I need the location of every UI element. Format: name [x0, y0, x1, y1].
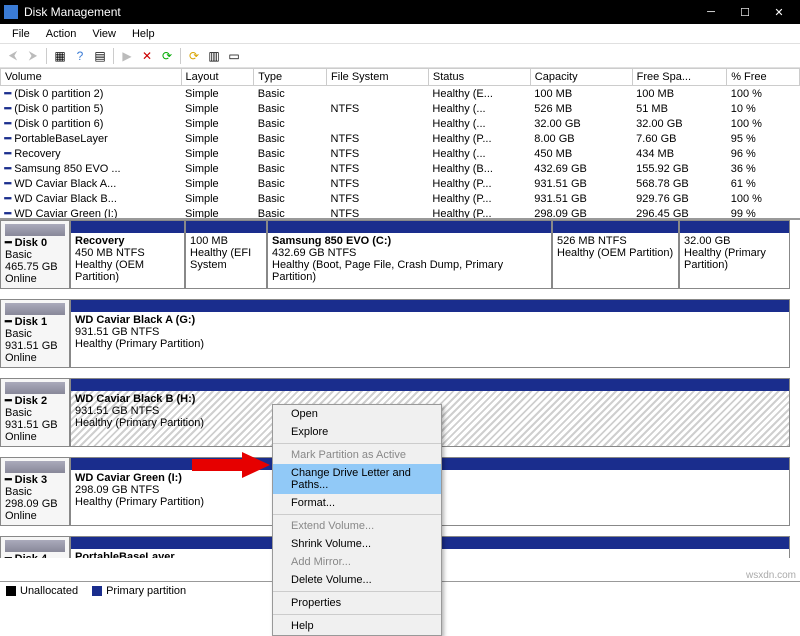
list-icon[interactable]: ▭ [225, 47, 243, 65]
volume-row[interactable]: (Disk 0 partition 2)SimpleBasicHealthy (… [1, 86, 800, 102]
ctx-mark-active[interactable]: Mark Partition as Active [273, 446, 441, 464]
maximize-button[interactable]: ☐ [728, 0, 762, 24]
partition[interactable]: Recovery450 MB NTFSHealthy (OEM Partitio… [70, 220, 185, 289]
legend-unallocated-swatch [6, 586, 16, 596]
volume-row[interactable]: PortableBaseLayerSimpleBasicNTFSHealthy … [1, 131, 800, 146]
volume-row[interactable]: WD Caviar Green (I:)SimpleBasicNTFSHealt… [1, 206, 800, 218]
help-icon[interactable]: ? [71, 47, 89, 65]
app-icon [4, 5, 18, 19]
separator [113, 48, 114, 64]
minimize-button[interactable]: ─ [694, 0, 728, 24]
partition[interactable]: 100 MBHealthy (EFI System [185, 220, 267, 289]
separator [46, 48, 47, 64]
partition[interactable]: 526 MB NTFSHealthy (OEM Partition) [552, 220, 679, 289]
toolbar: ⮜ ⮞ ▦ ? ▤ ▶ ✕ ⟳ ⟳ ▥ ▭ [0, 44, 800, 68]
disk-header[interactable]: ━ Disk 4Basic8.00 GBRead Only [0, 536, 70, 558]
disk-header[interactable]: ━ Disk 3Basic298.09 GBOnline [0, 457, 70, 526]
play-icon[interactable]: ▶ [118, 47, 136, 65]
titlebar: Disk Management ─ ☐ ✕ [0, 0, 800, 24]
col-header[interactable]: Volume [1, 69, 182, 86]
disk-row: ━ Disk 0Basic465.75 GBOnlineRecovery450 … [0, 220, 800, 299]
legend-unallocated: Unallocated [20, 585, 78, 597]
delete-icon[interactable]: ✕ [138, 47, 156, 65]
partition[interactable]: 32.00 GBHealthy (Primary Partition) [679, 220, 790, 289]
menubar: File Action View Help [0, 24, 800, 44]
col-header[interactable]: Free Spa... [632, 69, 727, 86]
menu-view[interactable]: View [84, 26, 124, 42]
partition[interactable]: Samsung 850 EVO (C:)432.69 GB NTFSHealth… [267, 220, 552, 289]
window-title: Disk Management [24, 5, 694, 19]
col-header[interactable]: % Free [727, 69, 800, 86]
ctx-add-mirror[interactable]: Add Mirror... [273, 553, 441, 571]
volume-row[interactable]: (Disk 0 partition 6)SimpleBasicHealthy (… [1, 116, 800, 131]
layout-icon[interactable]: ▤ [91, 47, 109, 65]
volume-row[interactable]: (Disk 0 partition 5)SimpleBasicNTFSHealt… [1, 101, 800, 116]
volume-row[interactable]: RecoverySimpleBasicNTFSHealthy (...450 M… [1, 146, 800, 161]
menu-action[interactable]: Action [38, 26, 85, 42]
partition[interactable]: WD Caviar Black A (G:)931.51 GB NTFSHeal… [70, 299, 790, 368]
watermark: wsxdn.com [746, 570, 796, 581]
show-icon[interactable]: ▦ [51, 47, 69, 65]
volume-row[interactable]: Samsung 850 EVO ...SimpleBasicNTFSHealth… [1, 161, 800, 176]
ctx-delete[interactable]: Delete Volume... [273, 571, 441, 589]
close-button[interactable]: ✕ [762, 0, 796, 24]
disk-header[interactable]: ━ Disk 2Basic931.51 GBOnline [0, 378, 70, 447]
volume-row[interactable]: WD Caviar Black B...SimpleBasicNTFSHealt… [1, 191, 800, 206]
context-menu: Open Explore Mark Partition as Active Ch… [272, 404, 442, 636]
col-header[interactable]: Layout [181, 69, 254, 86]
ctx-extend[interactable]: Extend Volume... [273, 517, 441, 535]
legend-primary: Primary partition [106, 585, 186, 597]
refresh-icon[interactable]: ⟳ [158, 47, 176, 65]
volume-row[interactable]: WD Caviar Black A...SimpleBasicNTFSHealt… [1, 176, 800, 191]
menu-file[interactable]: File [4, 26, 38, 42]
ctx-change-drive-letter[interactable]: Change Drive Letter and Paths... [273, 464, 441, 494]
ctx-explore[interactable]: Explore [273, 423, 441, 441]
ctx-shrink[interactable]: Shrink Volume... [273, 535, 441, 553]
disk-row: ━ Disk 1Basic931.51 GBOnlineWD Caviar Bl… [0, 299, 800, 378]
forward-icon[interactable]: ⮞ [24, 47, 42, 65]
ctx-open[interactable]: Open [273, 405, 441, 423]
props-icon[interactable]: ▥ [205, 47, 223, 65]
volume-list: VolumeLayoutTypeFile SystemStatusCapacit… [0, 68, 800, 218]
ctx-format[interactable]: Format... [273, 494, 441, 512]
rescan-icon[interactable]: ⟳ [185, 47, 203, 65]
col-header[interactable]: Type [254, 69, 327, 86]
menu-help[interactable]: Help [124, 26, 163, 42]
red-arrow-icon [192, 452, 270, 478]
col-header[interactable]: Status [428, 69, 530, 86]
col-header[interactable]: File System [327, 69, 429, 86]
disk-header[interactable]: ━ Disk 0Basic465.75 GBOnline [0, 220, 70, 289]
back-icon[interactable]: ⮜ [4, 47, 22, 65]
legend-primary-swatch [92, 586, 102, 596]
disk-header[interactable]: ━ Disk 1Basic931.51 GBOnline [0, 299, 70, 368]
col-header[interactable]: Capacity [530, 69, 632, 86]
separator [180, 48, 181, 64]
ctx-properties[interactable]: Properties [273, 594, 441, 612]
ctx-help[interactable]: Help [273, 617, 441, 635]
